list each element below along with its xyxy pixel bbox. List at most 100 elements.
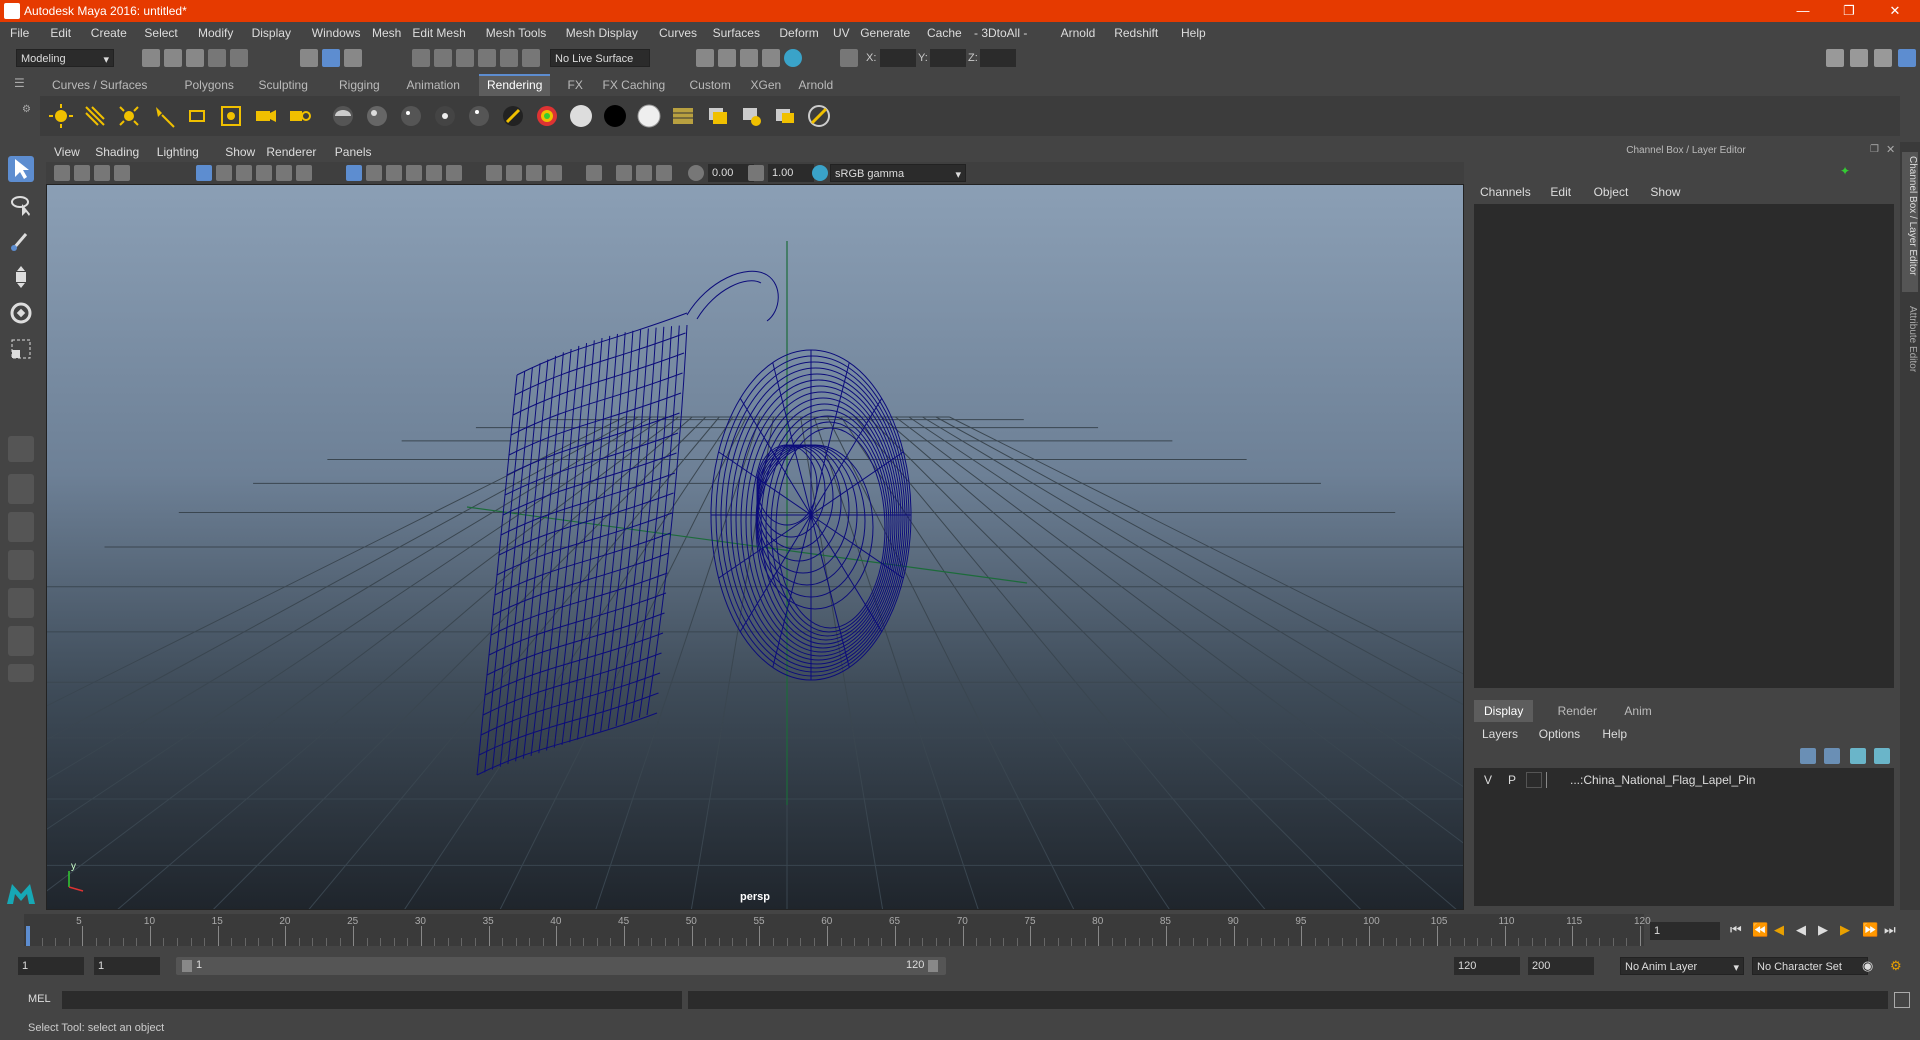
select-hierarchy-icon[interactable] (300, 49, 318, 67)
camera-icon[interactable] (252, 103, 278, 129)
minimize-button[interactable]: — (1780, 0, 1826, 22)
channel-box-icon[interactable] (1898, 49, 1916, 67)
resolution-gate-icon[interactable] (236, 165, 252, 181)
rotate-tool-icon[interactable] (8, 300, 34, 326)
batch-render-icon[interactable] (772, 103, 798, 129)
layer-menu-layers[interactable]: Layers (1482, 727, 1518, 741)
transform-mode-icon[interactable] (840, 49, 858, 67)
snap-vertex-icon[interactable] (522, 49, 540, 67)
field-chart-icon[interactable] (276, 165, 292, 181)
render-frame-icon[interactable] (718, 49, 736, 67)
anisotropic-material-icon[interactable] (466, 103, 492, 129)
menu-item-arnold[interactable]: Arnold (1061, 26, 1096, 40)
use-default-material-icon[interactable] (386, 165, 402, 181)
play-backwards-icon[interactable]: ◀ (1796, 922, 1806, 938)
shelf-tab-custom[interactable]: Custom (682, 74, 739, 96)
image-plane-icon[interactable] (114, 165, 130, 181)
tool-settings-icon[interactable] (1874, 49, 1892, 67)
animation-preferences-icon[interactable]: ⚙ (1890, 958, 1902, 974)
go-to-end-icon[interactable]: ⏭ (1884, 922, 1896, 938)
channel-manipulator-icon[interactable]: ✦ (1840, 164, 1854, 178)
channel-box-area[interactable] (1474, 204, 1894, 688)
four-view-layout-icon[interactable] (8, 474, 34, 504)
surface-shader-black-icon[interactable] (602, 103, 628, 129)
menu-item-file[interactable]: File (10, 26, 29, 40)
character-set-dropdown[interactable]: No Character Set (1752, 957, 1868, 975)
shelf-tab-rigging[interactable]: Rigging (331, 74, 388, 96)
select-camera-icon[interactable] (54, 165, 70, 181)
shadows-icon[interactable] (486, 165, 502, 181)
x-field[interactable] (880, 49, 916, 67)
xray-icon[interactable] (616, 165, 632, 181)
menu-item-create[interactable]: Create (91, 26, 127, 40)
float-panel-icon[interactable]: ❐ (1870, 144, 1882, 156)
layer-playback-toggle[interactable]: P (1508, 773, 1516, 787)
z-field[interactable] (980, 49, 1016, 67)
menu-item-mesh-display[interactable]: Mesh Display (566, 26, 638, 40)
time-slider[interactable]: 5 10 15 20 25 30 35 40 45 50 55 60 65 70 75 80 85 90 95 100… (24, 914, 1651, 946)
single-perspective-layout-icon[interactable] (8, 436, 34, 462)
shelf-tab-sculpting[interactable]: Sculpting (251, 74, 316, 96)
xray-joints-icon[interactable] (636, 165, 652, 181)
isolate-select-icon[interactable] (586, 165, 602, 181)
move-tool-icon[interactable] (8, 264, 34, 290)
lasso-tool-icon[interactable] (8, 192, 34, 218)
range-slider[interactable]: 1 120 (176, 957, 946, 975)
point-light-icon[interactable] (116, 103, 142, 129)
mode-dropdown[interactable]: Modeling ▾ (16, 49, 114, 67)
volume-light-icon[interactable] (218, 103, 244, 129)
modeling-toolkit-icon[interactable] (1826, 49, 1844, 67)
shelf-tab-polygons[interactable]: Polygons (177, 74, 242, 96)
menu-item-curves[interactable]: Curves (659, 26, 697, 40)
step-forward-frame-icon[interactable]: ▶ (1840, 922, 1850, 938)
menu-item-mesh-tools[interactable]: Mesh Tools (486, 26, 546, 40)
animation-end-field[interactable]: 200 (1528, 957, 1594, 975)
save-scene-icon[interactable] (186, 49, 204, 67)
layer-row[interactable]: V P ...:China_National_Flag_Lapel_Pin (1474, 770, 1894, 790)
shelf-tab-rendering[interactable]: Rendering (479, 74, 551, 96)
hypershade-shelf-icon[interactable] (806, 103, 832, 129)
range-end-handle[interactable] (928, 960, 938, 972)
menu-item-cache[interactable]: Cache (927, 26, 962, 40)
wireframe-shading-icon[interactable] (346, 165, 362, 181)
hypershade-layout-icon[interactable] (8, 588, 34, 618)
menu-item-windows[interactable]: Windows (312, 26, 361, 40)
scale-tool-icon[interactable] (8, 336, 34, 362)
channel-box-menu-channels[interactable]: Channels (1480, 185, 1531, 199)
redo-icon[interactable] (230, 49, 248, 67)
phonge-material-icon[interactable] (432, 103, 458, 129)
go-to-start-icon[interactable]: ⏮ (1730, 922, 1742, 938)
play-forwards-icon[interactable]: ▶ (1818, 922, 1828, 938)
smooth-shade-icon[interactable] (366, 165, 382, 181)
y-field[interactable] (930, 49, 966, 67)
color-space-dropdown[interactable]: sRGB gamma ▾ (830, 164, 966, 182)
film-gate-icon[interactable] (216, 165, 232, 181)
blinn-material-icon[interactable] (364, 103, 390, 129)
anim-layer-dropdown[interactable]: No Anim Layer ▾ (1620, 957, 1744, 975)
layer-visibility-toggle[interactable]: V (1484, 773, 1492, 787)
restore-button[interactable]: ❐ (1826, 0, 1872, 22)
shelf-tab-fx-caching[interactable]: FX Caching (595, 74, 674, 96)
area-light-icon[interactable] (184, 103, 210, 129)
live-surface-field[interactable]: No Live Surface (550, 49, 650, 67)
layer-tab-anim[interactable]: Anim (1614, 700, 1661, 722)
viewport-menu-renderer[interactable]: Renderer (266, 145, 316, 159)
snap-point-icon[interactable] (456, 49, 474, 67)
render-texture-icon[interactable] (670, 103, 696, 129)
snap-curve-icon[interactable] (434, 49, 452, 67)
persp-graph-layout-icon[interactable] (8, 550, 34, 580)
gamma-field[interactable]: 1.00 (768, 164, 814, 182)
select-tool-icon[interactable] (8, 156, 34, 182)
bookmarks-icon[interactable] (94, 165, 110, 181)
playback-start-field[interactable]: 1 (94, 957, 160, 975)
channel-box-menu-show[interactable]: Show (1650, 185, 1680, 199)
menu-item-redshift[interactable]: Redshift (1114, 26, 1158, 40)
shelf-gear-icon[interactable]: ⚙ (22, 104, 31, 132)
xray-components-icon[interactable] (656, 165, 672, 181)
channel-box-menu-edit[interactable]: Edit (1550, 185, 1571, 199)
color-management-icon[interactable] (812, 165, 828, 181)
menu-item-generate[interactable]: Generate (860, 26, 910, 40)
side-tab-attribute-editor[interactable]: Attribute Editor (1902, 302, 1918, 392)
script-editor-icon[interactable] (1894, 992, 1910, 1008)
lambert-material-icon[interactable] (330, 103, 356, 129)
